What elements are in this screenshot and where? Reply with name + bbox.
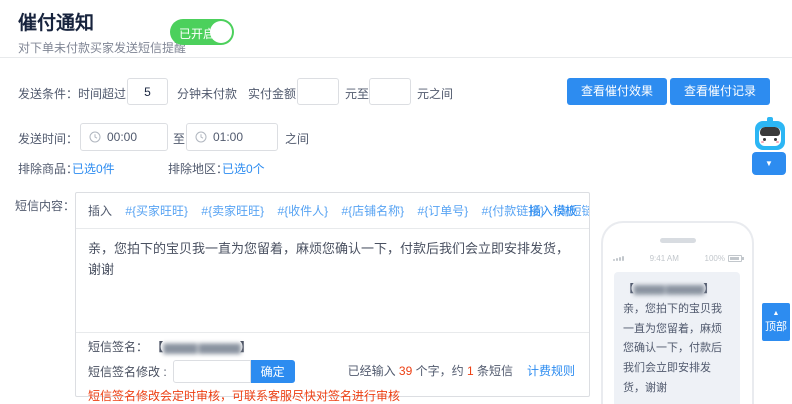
start-time-picker[interactable]: 00:00 — [80, 123, 168, 151]
start-time-value: 00:00 — [107, 130, 138, 144]
bubble-bracket-close: 】 — [703, 283, 715, 295]
phone-speaker — [659, 238, 696, 243]
insert-tag-buyer-wangwang[interactable]: #{买家旺旺} — [125, 204, 188, 218]
phone-status-time: 9:41 AM — [649, 254, 679, 263]
amount-min-input[interactable] — [297, 78, 339, 105]
view-records-button[interactable]: 查看催付记录 — [670, 78, 771, 105]
exclude-region-link[interactable]: 已选0个 — [222, 160, 265, 177]
conditions-amount-mid: 元至 — [345, 87, 370, 101]
signal-icon — [613, 256, 624, 261]
insert-tag-order-id[interactable]: #{订单号} — [418, 204, 469, 218]
signature-edit-label: 短信签名修改 : — [88, 364, 167, 379]
exclude-region-label: 排除地区： — [168, 162, 229, 176]
sms-content-label: 短信内容： — [15, 199, 76, 213]
sms-preview-bubble: 【▆▆▆▆ ▆▆▆▆▆】 亲，您拍下的宝贝我一直为您留着，麻烦您确认一下，付款后… — [614, 272, 740, 404]
page-title: 催付通知 — [18, 13, 95, 34]
phone-preview: 9:41 AM 100% 【▆▆▆▆ ▆▆▆▆▆】 亲，您拍下的宝贝我一直为您留… — [601, 221, 754, 404]
sms-content-editor[interactable]: 亲，您拍下的宝贝我一直为您留着，麻烦您确认一下，付款后我们会立即安排发货，谢谢 — [76, 229, 589, 332]
header-divider — [0, 57, 792, 58]
end-time-value: 01:00 — [213, 130, 244, 144]
helper-mascot-widget[interactable]: ▼ — [752, 117, 788, 175]
robot-avatar-icon — [755, 117, 785, 150]
page-subtitle: 对下单未付款买家发送短信提醒 — [18, 41, 187, 55]
exclude-goods-label: 排除商品： — [18, 162, 79, 176]
chevron-down-icon: ▼ — [765, 159, 773, 168]
billing-rules-link[interactable]: 计费规则 — [527, 364, 575, 378]
collapse-widget-button[interactable]: ▼ — [752, 152, 786, 175]
bubble-signature-redacted: ▆▆▆▆ ▆▆▆▆▆ — [634, 283, 704, 295]
view-effect-button[interactable]: 查看催付效果 — [567, 78, 668, 105]
clock-icon — [89, 131, 101, 143]
send-time-to: 至 — [173, 132, 186, 146]
up-arrow-icon: ▲ — [772, 310, 780, 317]
bubble-bracket-open: 【 — [623, 283, 634, 295]
insert-tag-seller-wangwang[interactable]: #{卖家旺旺} — [201, 204, 264, 218]
phone-statusbar: 9:41 AM 100% — [603, 254, 752, 263]
count-mid: 个字，约 — [412, 364, 467, 378]
conditions-amount-prefix: 实付金额 — [248, 87, 297, 101]
insert-label: 插入 — [88, 204, 113, 218]
conditions-time-suffix: 分钟未付款 — [177, 87, 238, 101]
insert-template-link[interactable]: 插入模板 — [529, 193, 577, 228]
amount-max-input[interactable] — [369, 78, 411, 105]
conditions-label: 发送条件： — [18, 87, 79, 101]
count-suffix: 条短信 — [473, 364, 513, 378]
char-count-status: 已经输入 39 个字，约 1 条短信 计费规则 — [348, 362, 575, 379]
insert-tag-recipient[interactable]: #{收件人} — [277, 204, 328, 218]
signature-audit-note: 短信签名修改会定时审核，可联系客服尽快对签名进行审核 — [88, 389, 401, 403]
signature-bracket-open: 【 — [151, 340, 164, 354]
end-time-picker[interactable]: 01:00 — [186, 123, 278, 151]
phone-status-battery: 100% — [704, 254, 725, 263]
count-prefix: 已经输入 — [347, 364, 399, 378]
signature-bracket-close: 】 — [239, 340, 252, 354]
conditions-amount-suffix: 元之间 — [417, 87, 454, 101]
back-to-top-button[interactable]: ▲ 顶部 — [762, 303, 790, 341]
sms-content-box: 插入 #{买家旺旺} #{卖家旺旺} #{收件人} #{店铺名称} #{订单号}… — [75, 192, 590, 403]
bubble-text: 亲，您拍下的宝贝我一直为您留着，麻烦您确认一下，付款后我们会立即安排发货，谢谢 — [623, 302, 722, 394]
enabled-toggle[interactable]: 已开启 — [170, 19, 234, 45]
clock-icon — [195, 131, 207, 143]
signature-label: 短信签名： — [88, 340, 149, 354]
exclude-goods-link[interactable]: 已选0件 — [72, 160, 115, 177]
sms-insert-bar: 插入 #{买家旺旺} #{卖家旺旺} #{收件人} #{店铺名称} #{订单号}… — [76, 193, 589, 229]
signature-edit-input[interactable] — [172, 359, 251, 383]
send-time-suffix: 之间 — [285, 132, 310, 146]
minutes-input[interactable] — [127, 78, 168, 105]
count-chars: 39 — [398, 364, 413, 378]
payment-reminder-page: 催付通知 对下单未付款买家发送短信提醒 已开启 查看催付效果 查看催付记录 发送… — [0, 0, 792, 404]
signature-value-redacted: ▆▆▆▆ ▆▆▆▆▆ — [163, 340, 240, 354]
toggle-knob-icon — [210, 21, 232, 43]
signature-confirm-button[interactable]: 确定 — [250, 359, 295, 383]
insert-tag-shop-name[interactable]: #{店铺名称} — [342, 204, 405, 218]
send-time-label: 发送时间： — [18, 132, 79, 146]
back-to-top-label: 顶部 — [765, 321, 787, 333]
battery-icon — [727, 255, 744, 262]
sms-signature-area: 短信签名： 【▆▆▆▆ ▆▆▆▆▆】 短信签名修改 : 确定 已经输入 39 个… — [76, 332, 589, 403]
conditions-time-prefix: 时间超过 — [78, 87, 127, 101]
count-msgs: 1 — [466, 364, 474, 378]
